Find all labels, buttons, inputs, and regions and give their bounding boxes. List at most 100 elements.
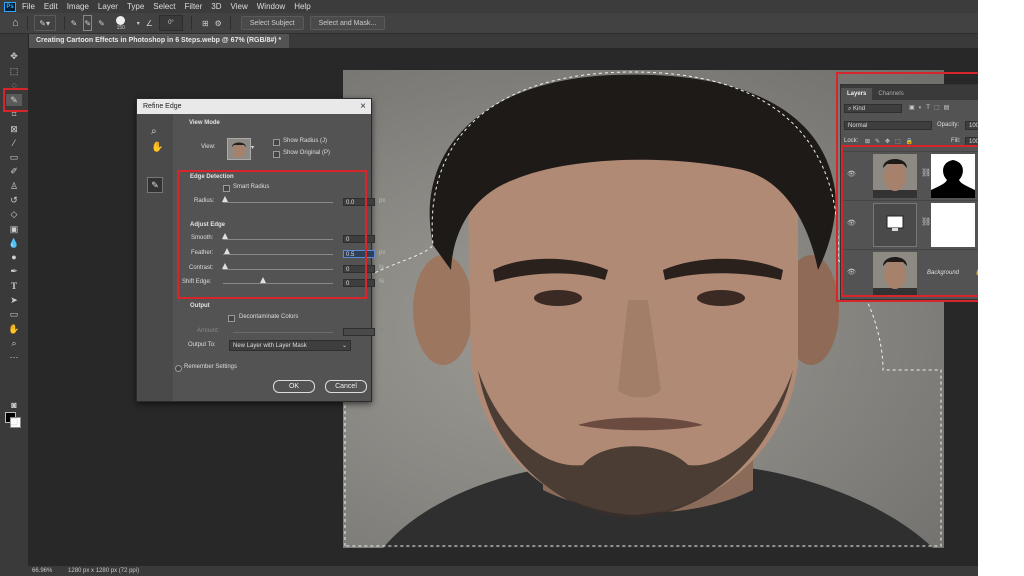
zoom-tool-icon[interactable]: ⌕ [6, 337, 22, 349]
document-size: 1280 px x 1280 px (72 ppi) [68, 568, 140, 574]
show-original-label: Show Original (P) [283, 150, 331, 156]
tools-panel: ✥ ⬚ ◌ ✎ ⌗ ⊠ ⁄ ▭ ✐ ♙ ↺ ◇ ▣ 💧 ● ✒ T ➤ ▭ ✋ … [0, 34, 29, 576]
divider [63, 16, 65, 30]
amount-slider-track [233, 332, 333, 333]
menu-layer[interactable]: Layer [98, 2, 118, 11]
output-header: Output [190, 303, 210, 309]
refine-radius-tool-icon[interactable]: ✎ [147, 177, 163, 193]
status-bar: 66.96% 1280 px x 1280 px (72 ppi) [28, 566, 978, 576]
close-icon[interactable]: × [360, 99, 366, 114]
amount-unit: % [379, 328, 385, 334]
menu-bar: Ps File Edit Image Layer Type Select Fil… [0, 0, 978, 13]
select-subject-button[interactable]: Select Subject [240, 16, 304, 30]
dodge-tool-icon[interactable]: ● [6, 251, 22, 263]
output-to-label: Output To: [188, 342, 216, 348]
menu-file[interactable]: File [22, 2, 35, 11]
divider [190, 16, 192, 30]
angle-field[interactable]: 0° [158, 15, 183, 31]
brush-size-value: 150 [116, 24, 125, 31]
menu-window[interactable]: Window [257, 2, 285, 11]
rectangle-tool-icon[interactable]: ▭ [6, 308, 22, 320]
zoom-level[interactable]: 66.96% [32, 568, 52, 574]
chevron-down-icon: ⌄ [341, 343, 347, 349]
marquee-tool-icon[interactable]: ⬚ [6, 65, 22, 77]
view-mode-header: View Mode [189, 120, 220, 126]
view-thumbnail-image [232, 142, 246, 158]
layers-panel-outline [836, 72, 978, 302]
menu-edit[interactable]: Edit [44, 2, 58, 11]
remember-settings-checkbox[interactable] [175, 365, 182, 372]
angle-icon[interactable]: ∠ [146, 16, 153, 30]
show-radius-checkbox[interactable] [273, 139, 280, 146]
enhance-edge-icon[interactable]: ⚙ [215, 16, 222, 30]
hand-tool-icon[interactable]: ✋ [6, 323, 22, 335]
output-to-value: New Layer with Layer Mask [233, 343, 307, 349]
photoshop-logo-icon: Ps [4, 1, 16, 12]
zoom-tool-icon[interactable]: ⌕ [151, 126, 157, 137]
divider [229, 16, 231, 30]
show-original-checkbox[interactable] [273, 151, 280, 158]
tool-preset-picker[interactable]: ✎▾ [33, 15, 56, 31]
hand-tool-icon[interactable]: ✋ [151, 142, 163, 153]
move-tool-icon[interactable]: ✥ [6, 50, 22, 62]
eyedropper-tool-icon[interactable]: ⁄ [6, 137, 22, 149]
eraser-tool-icon[interactable]: ◇ [6, 208, 22, 220]
pen-tool-icon[interactable]: ✒ [6, 265, 22, 277]
right-eye [697, 290, 745, 306]
document-tab[interactable]: Creating Cartoon Effects in Photoshop in… [28, 34, 290, 48]
menu-filter[interactable]: Filter [185, 2, 203, 11]
home-icon[interactable]: ⌂ [12, 16, 19, 30]
subtract-selection-icon[interactable]: ✎ [98, 16, 105, 30]
contrast-unit: % [379, 265, 385, 271]
frame-tool-icon[interactable]: ⊠ [6, 123, 22, 135]
screen-mode-icon[interactable]: ▢ [6, 415, 22, 427]
left-eye [534, 290, 582, 306]
path-selection-tool-icon[interactable]: ➤ [6, 294, 22, 306]
dialog-tools: ⌕ ✋ ✎ [137, 114, 173, 401]
blur-tool-icon[interactable]: 💧 [6, 237, 22, 249]
shift-edge-unit: % [379, 279, 385, 285]
brush-tool-icon[interactable]: ✐ [6, 165, 22, 177]
amount-label: Amount: [197, 328, 220, 334]
settings-highlight-box [177, 170, 367, 299]
history-brush-tool-icon[interactable]: ↺ [6, 194, 22, 206]
decontaminate-label: Decontaminate Colors [239, 314, 299, 320]
radius-unit: px [379, 198, 386, 204]
menu-help[interactable]: Help [294, 2, 310, 11]
brush-tip-icon [116, 15, 126, 25]
menu-view[interactable]: View [231, 2, 248, 11]
sample-all-layers-icon[interactable]: ⊞ [202, 16, 209, 30]
more-tools-icon[interactable]: ⋯ [6, 351, 22, 363]
brush-size-picker[interactable]: 150 [111, 14, 131, 32]
dialog-titlebar: Refine Edge × [137, 99, 371, 114]
amount-field [343, 328, 375, 336]
output-to-select[interactable]: New Layer with Layer Mask ⌄ [229, 340, 351, 351]
view-label: View: [201, 144, 216, 150]
gradient-tool-icon[interactable]: ▣ [6, 223, 22, 235]
add-to-selection-icon[interactable]: ✎ [83, 15, 93, 31]
type-tool-icon[interactable]: T [6, 280, 22, 292]
divider [26, 16, 28, 30]
chevron-down-icon[interactable]: ▾ [137, 16, 140, 30]
left-ear [413, 255, 473, 365]
menu-3d[interactable]: 3D [211, 2, 221, 11]
remember-settings-label: Remember Settings [184, 364, 238, 370]
clone-stamp-tool-icon[interactable]: ♙ [6, 180, 22, 192]
chevron-down-icon[interactable]: ▾ [251, 144, 254, 151]
refine-edge-dialog: Refine Edge × ⌕ ✋ ✎ View Mode View: ▾ Sh… [136, 98, 385, 402]
healing-brush-tool-icon[interactable]: ▭ [6, 151, 22, 163]
decontaminate-checkbox[interactable] [228, 315, 235, 322]
menu-type[interactable]: Type [127, 2, 144, 11]
menu-select[interactable]: Select [153, 2, 175, 11]
view-thumbnail[interactable] [227, 138, 251, 160]
new-selection-icon[interactable]: ✎ [71, 16, 78, 30]
photoshop-window: Ps File Edit Image Layer Type Select Fil… [0, 0, 978, 576]
dialog-title: Refine Edge [143, 103, 182, 110]
select-and-mask-button[interactable]: Select and Mask... [309, 16, 386, 30]
ok-button[interactable]: OK [273, 380, 315, 393]
quick-mask-icon[interactable]: ◙ [6, 399, 22, 411]
menu-image[interactable]: Image [67, 2, 89, 11]
cancel-button[interactable]: Cancel [325, 380, 367, 393]
feather-unit: px [379, 250, 386, 256]
show-radius-label: Show Radius (J) [283, 138, 328, 144]
